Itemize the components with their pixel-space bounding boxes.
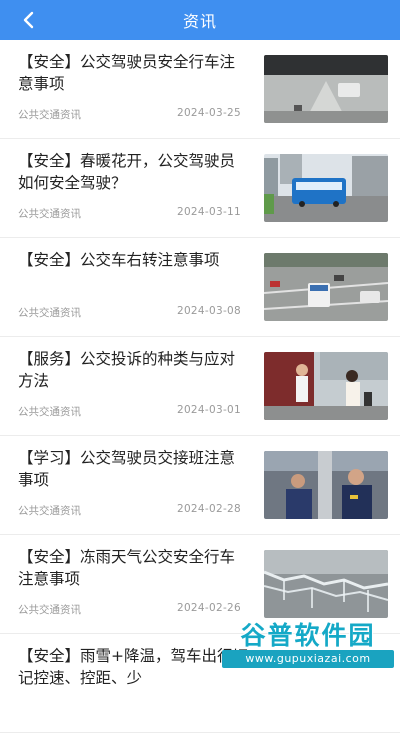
- news-item[interactable]: 【安全】春暖花开，公交驾驶员如何安全驾驶？ 公共交通资讯 2024-03-11: [0, 139, 400, 238]
- news-date: 2024-03-25: [176, 107, 241, 119]
- news-thumbnail: [264, 352, 388, 420]
- site-watermark: 谷普软件园 www.gupuxiazai.com: [222, 616, 394, 672]
- watermark-title: 谷普软件园: [240, 621, 376, 650]
- news-source: 公共交通资讯: [18, 406, 81, 418]
- news-date: 2024-03-08: [176, 305, 241, 317]
- news-thumbnail: [264, 253, 388, 321]
- news-title: 【安全】冻雨天气公交安全行车注意事项: [18, 548, 236, 588]
- news-source: 公共交通资讯: [18, 505, 81, 517]
- news-title: 【安全】雨雪+降温，驾车出行切记控速、控距、少: [18, 647, 248, 687]
- news-thumbnail: [264, 154, 388, 222]
- news-thumbnail: [264, 451, 388, 519]
- top-bar: 资讯: [0, 0, 400, 40]
- news-thumbnail: [264, 550, 388, 618]
- news-title: 【服务】公交投诉的种类与应对方法: [18, 350, 236, 390]
- news-date: 2024-02-28: [176, 503, 241, 515]
- news-source: 公共交通资讯: [18, 109, 81, 121]
- news-date: 2024-02-26: [176, 602, 241, 614]
- news-date: 2024-03-11: [176, 206, 241, 218]
- news-source: 公共交通资讯: [18, 208, 81, 220]
- news-date: 2024-03-01: [176, 404, 241, 416]
- news-source: 公共交通资讯: [18, 307, 81, 319]
- news-thumbnail: [264, 55, 388, 123]
- news-title: 【学习】公交驾驶员交接班注意事项: [18, 449, 236, 489]
- news-item[interactable]: 【安全】公交驾驶员安全行车注意事项 公共交通资讯 2024-03-25: [0, 40, 400, 139]
- watermark-url: www.gupuxiazai.com: [222, 650, 394, 668]
- news-source: 公共交通资讯: [18, 604, 81, 616]
- news-title: 【安全】春暖花开，公交驾驶员如何安全驾驶？: [18, 152, 236, 192]
- news-title: 【安全】公交车右转注意事项: [18, 251, 220, 269]
- news-item[interactable]: 【安全】公交车右转注意事项 公共交通资讯 2024-03-08: [0, 238, 400, 337]
- page-title: 资讯: [182, 12, 217, 31]
- news-item[interactable]: 【学习】公交驾驶员交接班注意事项 公共交通资讯 2024-02-28: [0, 436, 400, 535]
- news-title: 【安全】公交驾驶员安全行车注意事项: [18, 53, 236, 93]
- news-item[interactable]: 【服务】公交投诉的种类与应对方法 公共交通资讯 2024-03-01: [0, 337, 400, 436]
